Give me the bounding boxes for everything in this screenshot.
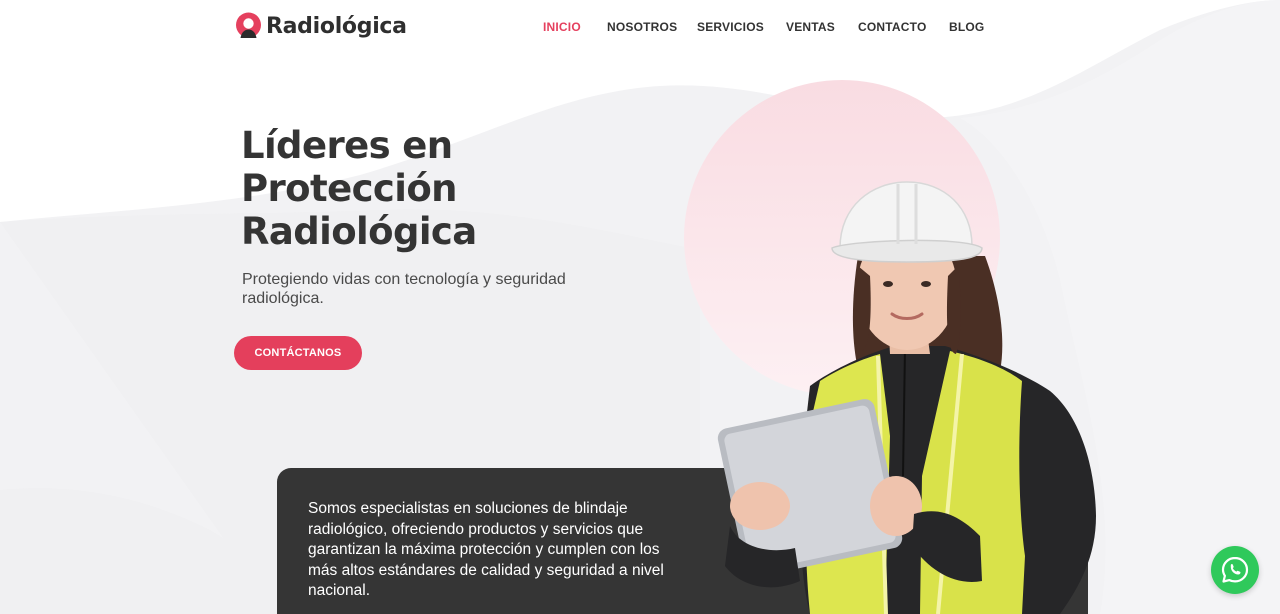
nav-item-blog[interactable]: BLOG <box>949 20 984 34</box>
whatsapp-button[interactable] <box>1211 546 1259 594</box>
hero-title-line: Líderes en <box>241 124 453 167</box>
hero-title: Líderes en Protección Radiológica <box>241 124 661 253</box>
nav-item-contacto[interactable]: CONTACTO <box>858 20 927 34</box>
hero-title-line: Radiológica <box>241 210 477 253</box>
worker-with-tablet-image <box>717 181 1096 614</box>
intro-text: Somos especialistas en soluciones de bli… <box>308 500 664 599</box>
nav-item-servicios[interactable]: SERVICIOS <box>697 20 764 34</box>
site-header: Radiológica INICIO NOSOTROS SERVICIOS VE… <box>0 0 1280 56</box>
hero-title-line: Protección <box>241 167 457 210</box>
contact-us-button[interactable]: CONTÁCTANOS <box>234 336 362 370</box>
whatsapp-icon <box>1221 556 1249 583</box>
worker-hand-left <box>730 482 790 530</box>
nav-item-inicio[interactable]: INICIO <box>543 20 581 34</box>
nav-item-nosotros[interactable]: NOSOTROS <box>607 20 677 34</box>
hero-subtitle: Protegiendo vidas con tecnología y segur… <box>242 271 566 307</box>
main-nav: INICIO NOSOTROS SERVICIOS VENTAS CONTACT… <box>0 20 1280 36</box>
nav-item-ventas[interactable]: VENTAS <box>786 20 835 34</box>
